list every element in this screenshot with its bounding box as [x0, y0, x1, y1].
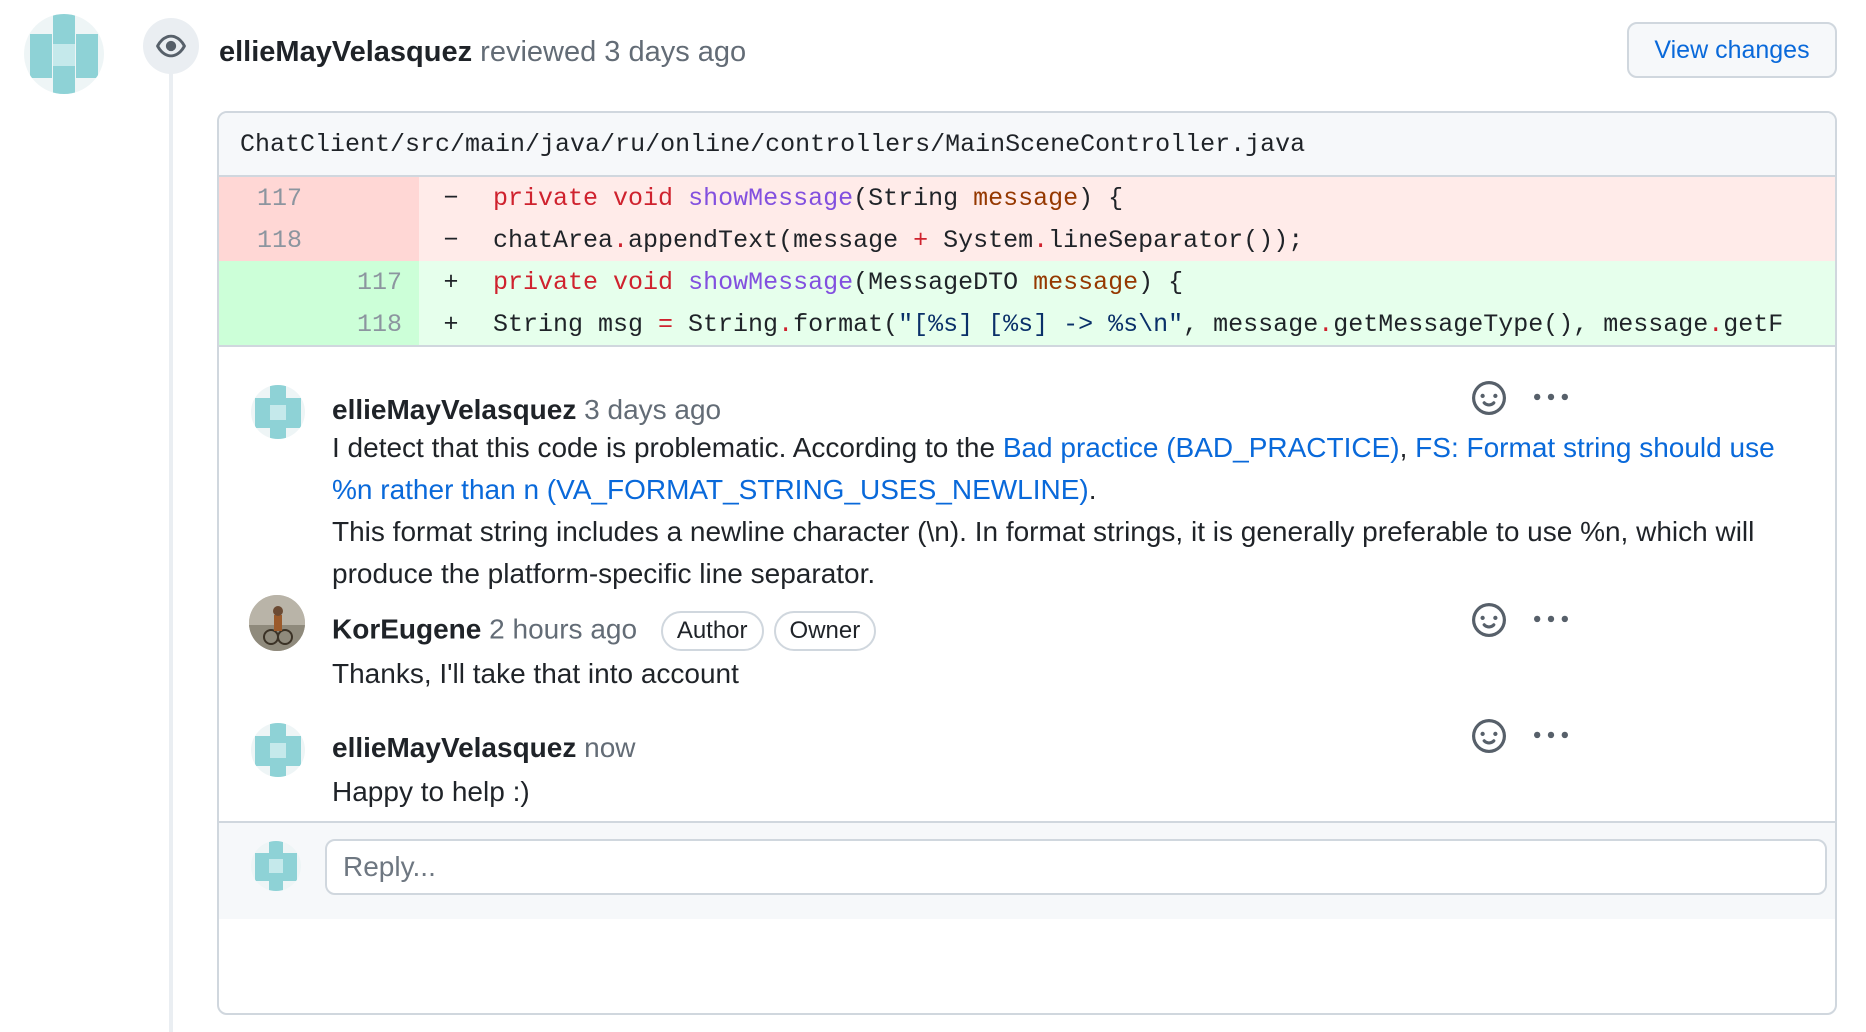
comment-actions	[1472, 603, 1568, 637]
kebab-horizontal-icon[interactable]	[1534, 603, 1568, 637]
owner-badge: Owner	[773, 611, 877, 651]
comment-body: Thanks, I'll take that into account	[332, 658, 739, 689]
bad-practice-link[interactable]: Bad practice (BAD_PRACTICE)	[1003, 432, 1400, 463]
comment-actions	[1472, 719, 1568, 753]
reviewer-name[interactable]: ellieMayVelasquez	[219, 36, 472, 68]
comment-avatar[interactable]	[251, 385, 305, 439]
kebab-horizontal-icon[interactable]	[1534, 381, 1568, 415]
comment-text: This format string includes a newline ch…	[332, 516, 1755, 589]
file-path[interactable]: ChatClient/src/main/java/ru/online/contr…	[219, 113, 1835, 177]
comment-time[interactable]: 2 hours ago	[489, 613, 637, 644]
code-line: String msg = String.format("[%s] [%s] ->…	[493, 309, 1784, 339]
comment-header: ellieMayVelasquez now	[332, 731, 636, 765]
comment-time[interactable]: 3 days ago	[584, 394, 721, 425]
current-user-avatar[interactable]	[251, 841, 301, 891]
diff-line-deleted: 118 − chatArea.appendText(message + Syst…	[219, 219, 1835, 261]
diff-line-deleted: 117 − private void showMessage(String me…	[219, 177, 1835, 219]
comment-body: I detect that this code is problematic. …	[332, 427, 1782, 595]
comment-avatar[interactable]	[249, 595, 305, 651]
comment-body: Happy to help :)	[332, 776, 530, 807]
diff-line-added: 118 + String msg = String.format("[%s] […	[219, 303, 1835, 345]
reply-area: Reply...	[219, 821, 1835, 919]
diff-sign: −	[443, 183, 459, 213]
diff-sign: +	[443, 309, 459, 339]
diff-sign: −	[443, 225, 459, 255]
comment-author-name[interactable]: ellieMayVelasquez	[332, 394, 576, 425]
comment-author-name[interactable]: KorEugene	[332, 613, 481, 644]
review-time[interactable]: 3 days ago	[604, 36, 746, 68]
cyclist-photo	[249, 595, 305, 651]
smiley-icon[interactable]	[1472, 719, 1506, 753]
review-header: ellieMayVelasquez reviewed 3 days ago	[219, 34, 746, 70]
comment-text: .	[1088, 474, 1097, 505]
review-thread: ChatClient/src/main/java/ru/online/contr…	[217, 111, 1837, 1015]
timeline-line	[169, 66, 173, 1032]
comment-time[interactable]: now	[584, 732, 635, 763]
code-line: private void showMessage(String message)…	[493, 183, 1124, 213]
code-line: chatArea.appendText(message + System.lin…	[493, 225, 1304, 255]
comment-avatar[interactable]	[251, 723, 305, 777]
old-line-number[interactable]: 118	[257, 226, 302, 255]
diff-hunk: 117 − private void showMessage(String me…	[219, 177, 1835, 345]
view-changes-button[interactable]: View changes	[1627, 22, 1837, 78]
author-badge: Author	[660, 611, 764, 651]
eye-icon	[156, 34, 186, 58]
review-action: reviewed	[480, 36, 597, 68]
smiley-icon[interactable]	[1472, 381, 1506, 415]
code-line: private void showMessage(MessageDTO mess…	[493, 267, 1184, 297]
reviewer-avatar[interactable]	[24, 14, 104, 94]
comment-author-name[interactable]: ellieMayVelasquez	[332, 732, 576, 763]
new-line-number[interactable]: 118	[357, 310, 402, 339]
comment-text: ,	[1399, 432, 1416, 463]
new-line-number[interactable]: 117	[357, 268, 402, 297]
diff-line-added: 117 + private void showMessage(MessageDT…	[219, 261, 1835, 303]
diff-sign: +	[443, 267, 459, 297]
comments-list: ellieMayVelasquez 3 days ago I detect th…	[219, 345, 1835, 919]
old-line-number[interactable]: 117	[257, 184, 302, 213]
comment-actions	[1472, 381, 1568, 415]
review-badge	[143, 18, 199, 74]
kebab-horizontal-icon[interactable]	[1534, 719, 1568, 753]
comment-header: ellieMayVelasquez 3 days ago	[332, 393, 721, 427]
comment-text: I detect that this code is problematic. …	[332, 432, 1003, 463]
reply-input[interactable]: Reply...	[325, 839, 1827, 895]
comment-header: KorEugene 2 hours ago Author Owner	[332, 611, 877, 651]
smiley-icon[interactable]	[1472, 603, 1506, 637]
